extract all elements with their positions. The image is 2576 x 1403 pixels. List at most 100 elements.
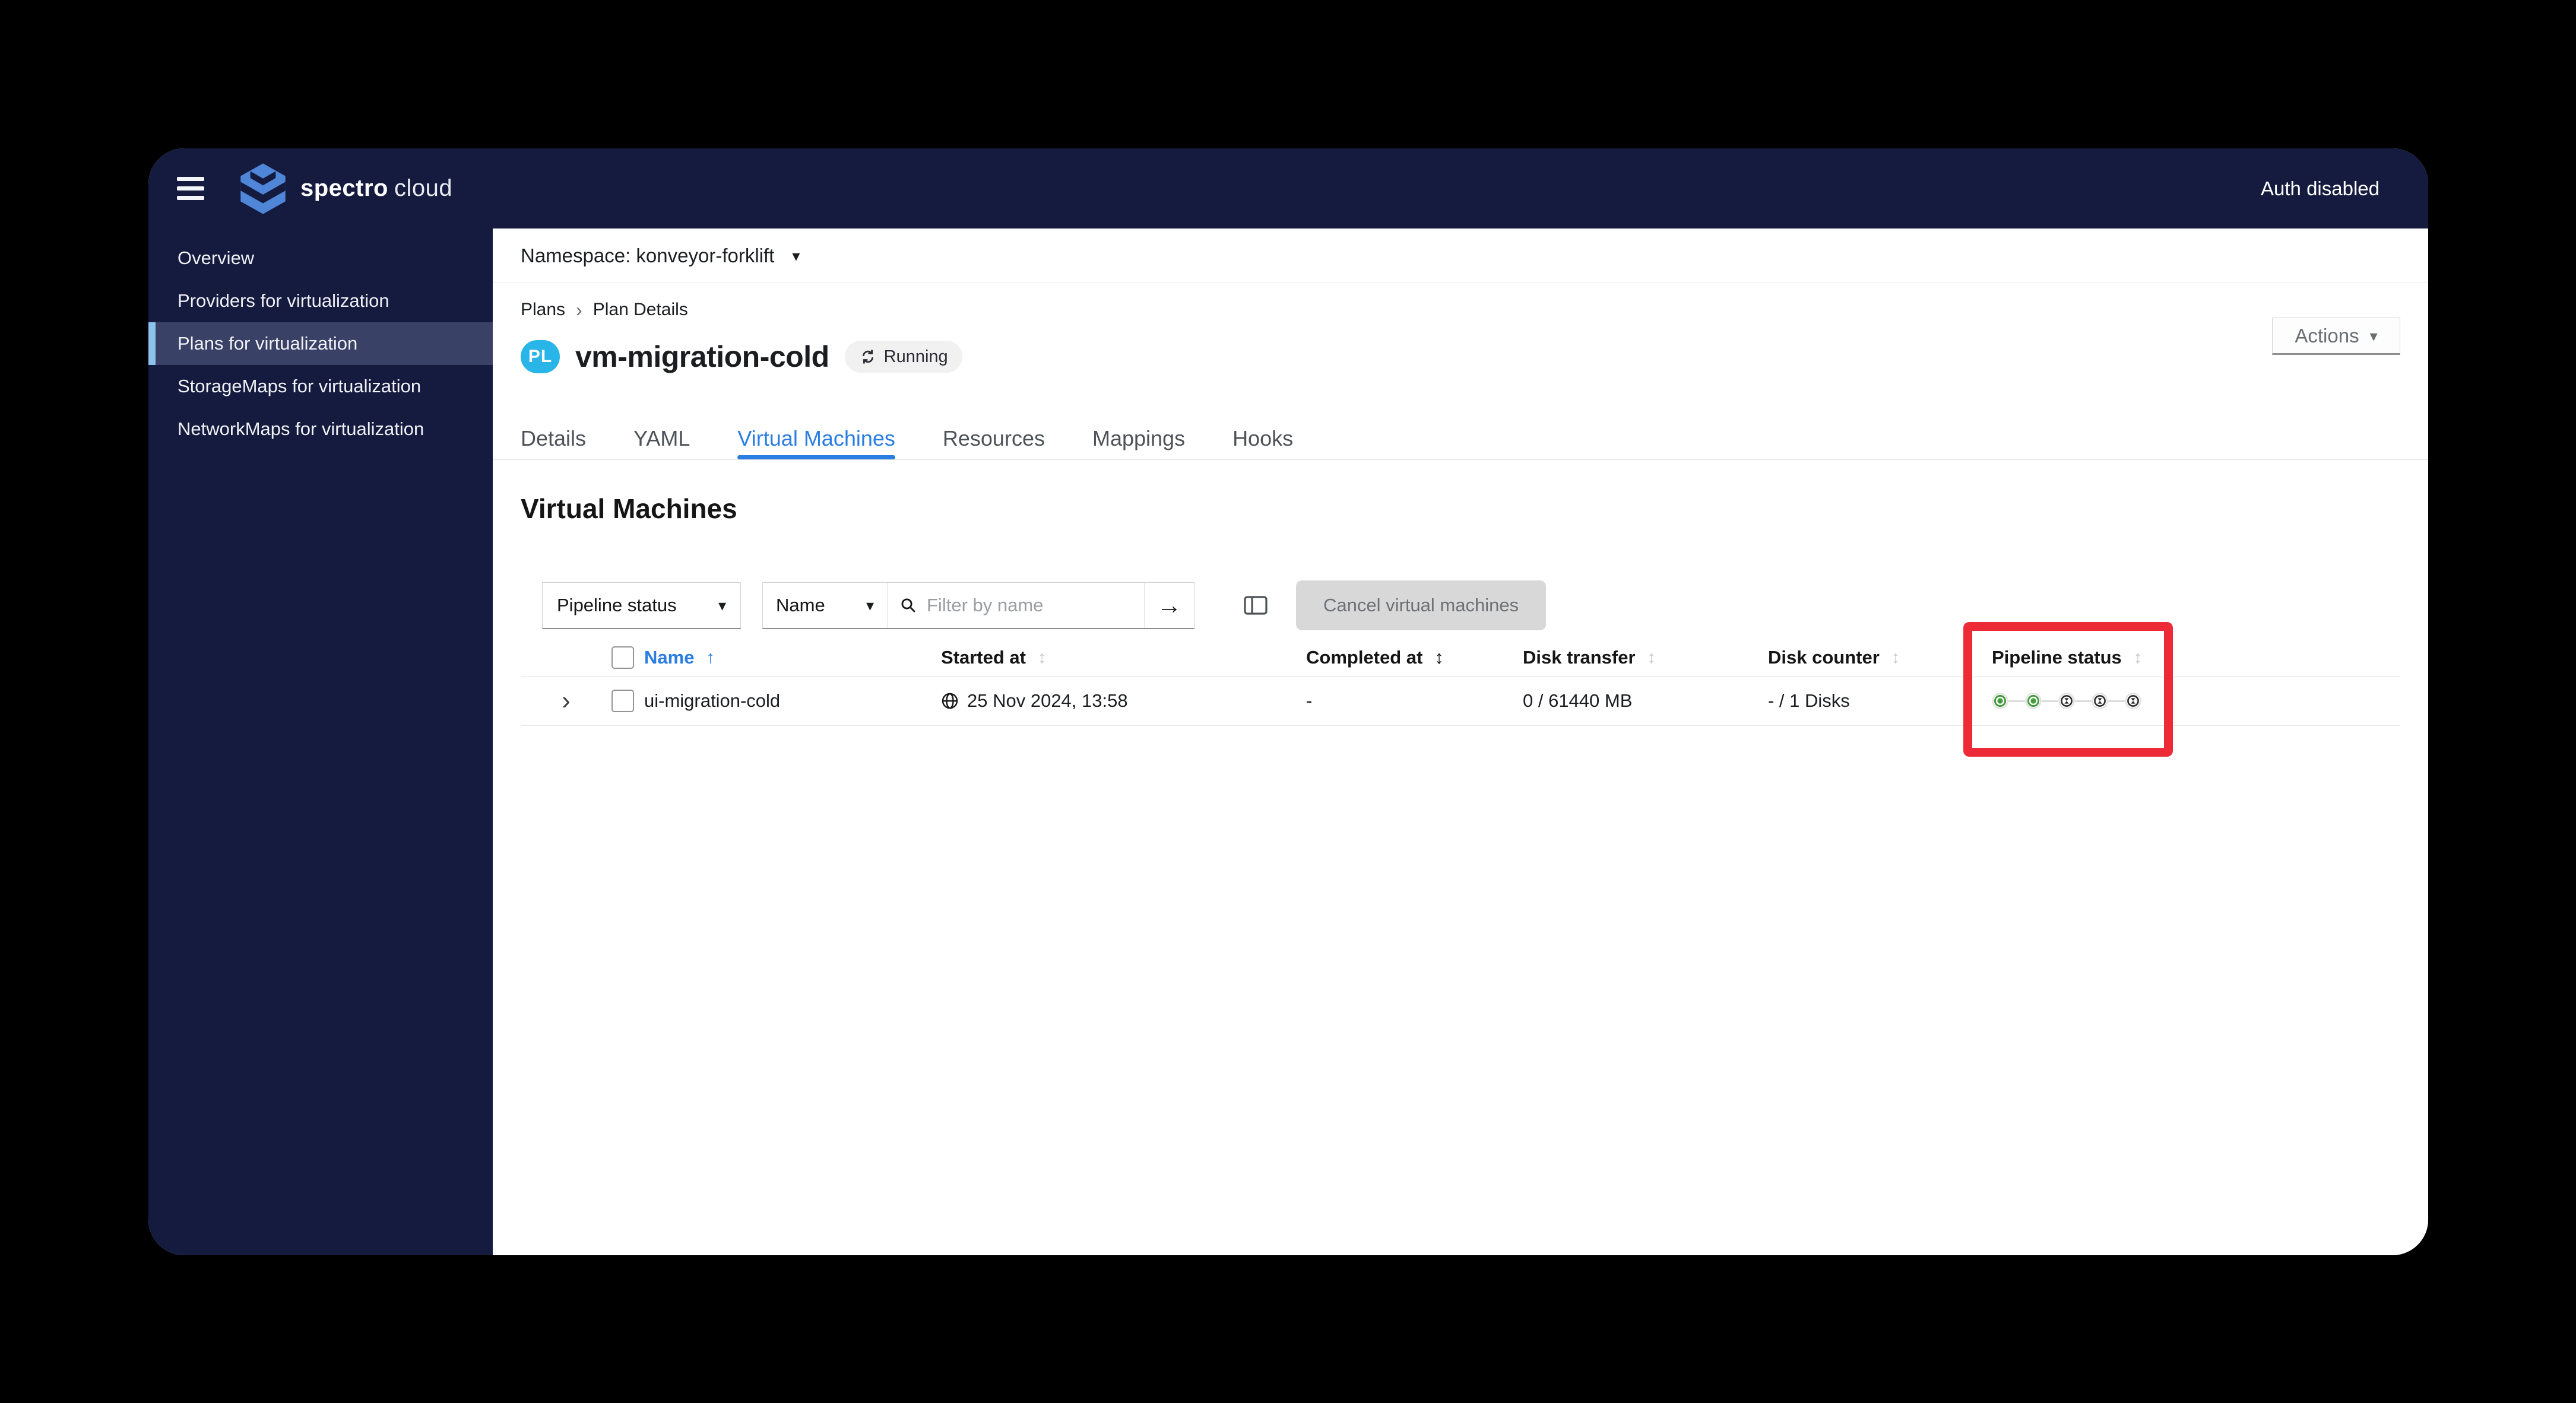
chevron-down-icon: ▾: [718, 596, 726, 614]
screen-background: spectro cloud Auth disabled Overview Prov…: [0, 0, 2576, 1403]
sidebar-item-providers[interactable]: Providers for virtualization: [148, 280, 493, 322]
vm-table: Name ↑ Started at ↕ Completed at ↕ Disk …: [521, 639, 2400, 726]
name-filter-group: Name ▾ Filter by name →: [762, 582, 1194, 629]
sort-icon: ↕: [1647, 647, 1656, 667]
plan-header: Plans › Plan Details PL vm-migration-col…: [493, 283, 2428, 380]
sort-icon: ↕: [2133, 647, 2143, 667]
top-bar: spectro cloud Auth disabled: [148, 148, 2428, 228]
actions-button[interactable]: Actions ▾: [2272, 318, 2400, 355]
sidebar-item-storagemaps[interactable]: StorageMaps for virtualization: [148, 365, 493, 408]
column-label: Disk counter: [1768, 647, 1880, 668]
tab-virtual-machines[interactable]: Virtual Machines: [737, 418, 896, 459]
disk-counter-cell: - / 1 Disks: [1768, 690, 1850, 711]
tab-details[interactable]: Details: [521, 418, 586, 459]
spectro-cloud-logo-icon: [239, 162, 287, 215]
manage-columns-button[interactable]: [1239, 589, 1272, 622]
chevron-down-icon: ▾: [866, 596, 874, 614]
pipeline-status-cell: [1985, 693, 2400, 709]
sidebar-item-networkmaps[interactable]: NetworkMaps for virtualization: [148, 408, 493, 450]
actions-label: Actions: [2295, 324, 2359, 347]
column-label: Name: [644, 647, 695, 668]
completed-at-cell: -: [1306, 690, 1313, 711]
namespace-label: Namespace: konveyor-forklift: [521, 244, 775, 266]
column-header-disk-transfer[interactable]: Disk transfer ↕: [1523, 647, 1768, 668]
pipeline-step-complete-icon: [2025, 693, 2042, 709]
app-window: spectro cloud Auth disabled Overview Prov…: [148, 148, 2428, 1255]
tab-hooks[interactable]: Hooks: [1232, 418, 1293, 459]
brand-logo: spectro cloud: [239, 162, 452, 215]
column-label: Started at: [941, 647, 1026, 668]
auth-status: Auth disabled: [2261, 177, 2379, 199]
tab-resources[interactable]: Resources: [943, 418, 1045, 459]
started-at-value: 25 Nov 2024, 13:58: [967, 690, 1128, 711]
tab-bar: Details YAML Virtual Machines Resources …: [493, 418, 2428, 460]
filter-field-value: Name: [776, 594, 825, 615]
column-label: Completed at: [1306, 647, 1423, 668]
page-title: vm-migration-cold: [575, 340, 829, 373]
namespace-selector[interactable]: Namespace: konveyor-forklift ▾: [493, 228, 2428, 283]
search-input[interactable]: [926, 593, 1132, 617]
sort-ascending-icon: ↑: [706, 647, 715, 667]
pipeline-connector: [2042, 700, 2058, 702]
search-icon: [899, 596, 917, 614]
tab-label: Hooks: [1232, 426, 1294, 450]
breadcrumb: Plans › Plan Details: [521, 300, 2400, 320]
chevron-down-icon: ▾: [2369, 326, 2378, 345]
tab-label: Resources: [942, 426, 1045, 450]
filter-field-select[interactable]: Name ▾: [763, 582, 888, 628]
sidebar-item-label: Providers for virtualization: [178, 290, 389, 311]
row-expander-chevron-icon[interactable]: ›: [557, 688, 575, 714]
chevron-down-icon: ▾: [792, 246, 800, 265]
pipeline-step-pending-icon: [2058, 693, 2075, 709]
vm-name-cell: ui-migration-cold: [644, 690, 781, 711]
tab-yaml[interactable]: YAML: [633, 418, 690, 459]
columns-icon: [1243, 594, 1268, 617]
brand-secondary: cloud: [394, 175, 453, 201]
plan-kind-badge: PL: [521, 340, 560, 373]
select-all-checkbox[interactable]: [611, 646, 634, 669]
sidebar-item-label: StorageMaps for virtualization: [178, 376, 422, 396]
sort-icon: ↕: [1434, 647, 1444, 668]
tab-label: YAML: [633, 426, 690, 450]
main-content: Namespace: konveyor-forklift ▾ Plans › P…: [493, 228, 2428, 1255]
pipeline-step-pending-icon: [2092, 693, 2108, 709]
column-header-disk-counter[interactable]: Disk counter ↕: [1768, 647, 1985, 668]
sidebar-item-label: NetworkMaps for virtualization: [178, 418, 424, 439]
column-header-started-at[interactable]: Started at ↕: [941, 647, 1306, 668]
tab-label: Mappings: [1092, 426, 1186, 450]
brand-primary: spectro: [300, 175, 388, 201]
tab-label: Virtual Machines: [737, 426, 895, 450]
column-header-completed-at[interactable]: Completed at ↕: [1306, 647, 1523, 668]
column-label: Disk transfer: [1523, 647, 1636, 668]
table-row: › ui-migration-cold 25 Nov 2024, 13:58 -…: [521, 676, 2400, 726]
sidebar-item-label: Overview: [178, 247, 255, 268]
filter-category-select[interactable]: Pipeline status ▾: [542, 582, 741, 629]
tab-label: Details: [521, 426, 587, 450]
brand-text: spectro cloud: [300, 175, 452, 202]
column-label: Pipeline status: [1992, 647, 2122, 668]
sidebar-item-plans[interactable]: Plans for virtualization: [148, 322, 493, 365]
pipeline-connector: [2108, 700, 2125, 702]
pipeline-step-pending-icon: [2125, 693, 2141, 709]
sort-icon: ↕: [1037, 647, 1047, 667]
cancel-virtual-machines-button[interactable]: Cancel virtual machines: [1296, 580, 1547, 630]
sort-icon: ↕: [1891, 647, 1900, 667]
virtual-machines-section: Virtual Machines Pipeline status ▾ Name …: [493, 493, 2428, 726]
search-box: [888, 583, 1144, 628]
tab-mappings[interactable]: Mappings: [1092, 418, 1185, 459]
title-row: PL vm-migration-cold Running: [521, 333, 2400, 380]
column-header-pipeline-status[interactable]: Pipeline status ↕: [1985, 647, 2400, 668]
breadcrumb-plans[interactable]: Plans: [521, 300, 565, 320]
hamburger-menu-icon[interactable]: [177, 177, 204, 200]
sidebar-item-overview[interactable]: Overview: [148, 237, 493, 280]
sidebar: Overview Providers for virtualization Pl…: [148, 228, 493, 1255]
row-checkbox[interactable]: [611, 690, 634, 712]
status-label: Running: [883, 347, 948, 366]
apply-filter-button[interactable]: →: [1144, 582, 1194, 628]
refresh-icon: [859, 348, 877, 366]
disk-transfer-cell: 0 / 61440 MB: [1523, 690, 1633, 711]
column-header-name[interactable]: Name ↑: [644, 647, 941, 668]
table-header-row: Name ↑ Started at ↕ Completed at ↕ Disk …: [521, 639, 2400, 676]
globe-icon: [941, 692, 959, 710]
status-badge: Running: [844, 341, 962, 373]
